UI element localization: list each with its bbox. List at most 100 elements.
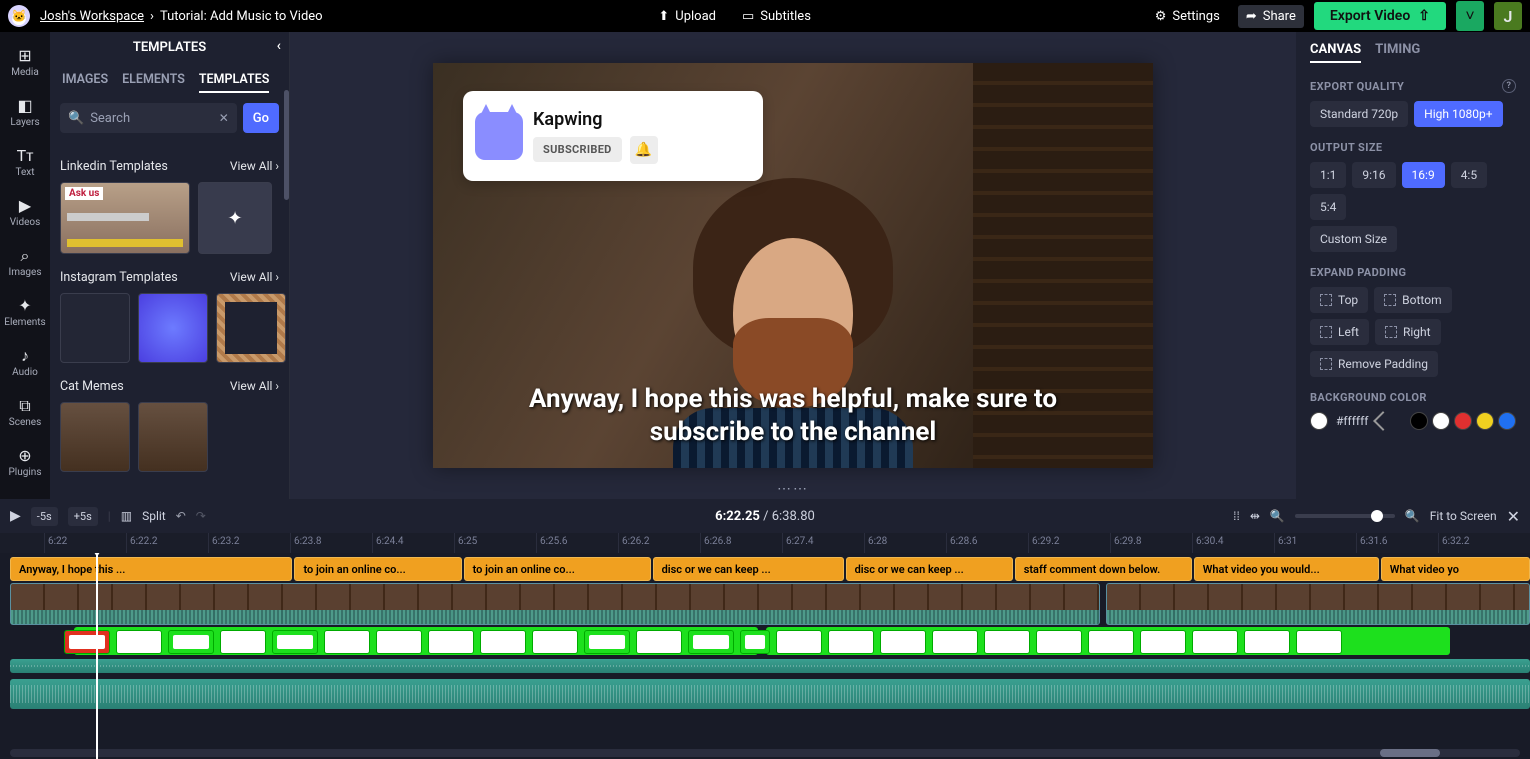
- overlay-clip[interactable]: [1088, 630, 1134, 654]
- overlay-clip[interactable]: [636, 630, 682, 654]
- size-16-9[interactable]: 16:9: [1402, 162, 1445, 188]
- timeline-tracks[interactable]: Anyway, I hope this ...to join an online…: [0, 553, 1530, 759]
- rail-scenes[interactable]: ⧉Scenes: [0, 388, 50, 436]
- panel-tab-elements[interactable]: ELEMENTS: [122, 72, 185, 93]
- rail-images[interactable]: ⌕Images: [0, 238, 50, 286]
- overlay-clip[interactable]: [116, 630, 162, 654]
- panel-tab-templates[interactable]: TEMPLATES: [199, 72, 270, 93]
- panel-scrollbar[interactable]: [284, 80, 289, 499]
- video-track[interactable]: [10, 583, 1530, 625]
- rail-elements[interactable]: ✦Elements: [0, 288, 50, 336]
- video-preview[interactable]: Kapwing SUBSCRIBED 🔔 Anyway, I hope this…: [433, 63, 1153, 468]
- clear-search-icon[interactable]: ✕: [219, 111, 229, 125]
- overlay-clip[interactable]: [64, 630, 110, 654]
- overlay-clip[interactable]: [828, 630, 874, 654]
- overlay-clip[interactable]: [376, 630, 422, 654]
- view-all-link[interactable]: View All ›: [230, 270, 279, 285]
- subtitle-clip[interactable]: What video you would...: [1194, 557, 1379, 581]
- redo-button[interactable]: ↷: [196, 509, 206, 523]
- props-tab-timing[interactable]: TIMING: [1375, 42, 1420, 63]
- padding-left-button[interactable]: Left: [1310, 319, 1369, 345]
- user-avatar[interactable]: J: [1494, 2, 1522, 30]
- overlay-clip[interactable]: [220, 630, 266, 654]
- zoom-slider[interactable]: [1295, 514, 1395, 518]
- preset-color[interactable]: [1410, 412, 1428, 430]
- subtitle-clip[interactable]: disc or we can keep ...: [846, 557, 1013, 581]
- subtitle-clip[interactable]: to join an online co...: [294, 557, 461, 581]
- forward-5s-button[interactable]: +5s: [68, 507, 98, 526]
- quality-standard-button[interactable]: Standard 720p: [1310, 101, 1408, 127]
- padding-bottom-button[interactable]: Bottom: [1374, 287, 1451, 313]
- overlay-clip[interactable]: [880, 630, 926, 654]
- magnet-icon[interactable]: ⁞⁞: [1233, 509, 1240, 523]
- template-thumb[interactable]: [138, 293, 208, 363]
- preset-color[interactable]: [1476, 412, 1494, 430]
- playhead[interactable]: [96, 553, 98, 759]
- subtitle-clip[interactable]: Anyway, I hope this ...: [10, 557, 292, 581]
- overlay-clip[interactable]: [168, 630, 214, 654]
- bg-hex[interactable]: #ffffff: [1336, 414, 1368, 428]
- rail-media[interactable]: ⊞Media: [0, 38, 50, 86]
- size-4-5[interactable]: 4:5: [1451, 162, 1487, 188]
- undo-button[interactable]: ↶: [176, 509, 186, 523]
- play-button[interactable]: ▶: [10, 508, 21, 524]
- export-dropdown[interactable]: ˅: [1456, 1, 1484, 31]
- upload-button[interactable]: ⬆ Upload: [650, 5, 724, 28]
- template-thumb[interactable]: [216, 293, 286, 363]
- overlay-clip[interactable]: [1192, 630, 1238, 654]
- overlay-clip[interactable]: [984, 630, 1030, 654]
- audio-track[interactable]: [10, 679, 1530, 709]
- view-all-link[interactable]: View All ›: [230, 379, 279, 394]
- video-clip[interactable]: [10, 583, 1100, 625]
- subtitle-track[interactable]: Anyway, I hope this ...to join an online…: [10, 557, 1530, 581]
- preset-color[interactable]: [1454, 412, 1472, 430]
- overlay-clip[interactable]: [532, 630, 578, 654]
- search-go-button[interactable]: Go: [243, 103, 279, 133]
- overlay-clip[interactable]: [324, 630, 370, 654]
- padding-top-button[interactable]: Top: [1310, 287, 1368, 313]
- preset-color[interactable]: [1498, 412, 1516, 430]
- view-all-link[interactable]: View All ›: [230, 159, 279, 174]
- bg-swatch[interactable]: [1310, 412, 1328, 430]
- rewind-5s-button[interactable]: -5s: [31, 507, 58, 526]
- subtitle-clip[interactable]: staff comment down below.: [1015, 557, 1192, 581]
- remove-padding-button[interactable]: Remove Padding: [1310, 351, 1438, 377]
- template-thumb[interactable]: [60, 293, 130, 363]
- timeline-ruler[interactable]: 6:226:22.26:23.26:23.86:24.46:256:25.66:…: [0, 533, 1530, 553]
- overlay-clip[interactable]: [932, 630, 978, 654]
- zoom-in-icon[interactable]: 🔍: [1405, 509, 1420, 523]
- rail-layers[interactable]: ◧Layers: [0, 88, 50, 136]
- subtitle-clip[interactable]: What video yo: [1381, 557, 1530, 581]
- collapse-panel-button[interactable]: ‹: [277, 38, 281, 54]
- overlay-clip[interactable]: [1140, 630, 1186, 654]
- overlay-track[interactable]: [10, 627, 1530, 657]
- overlay-clip[interactable]: [776, 630, 822, 654]
- overlay-clip[interactable]: [1296, 630, 1342, 654]
- template-thumb[interactable]: [60, 402, 130, 472]
- settings-button[interactable]: ⚙ Settings: [1147, 5, 1228, 28]
- size-5-4[interactable]: 5:4: [1310, 194, 1346, 220]
- rail-videos[interactable]: ▶Videos: [0, 188, 50, 236]
- subtitles-button[interactable]: ▭ Subtitles: [734, 5, 819, 28]
- custom-size-button[interactable]: Custom Size: [1310, 226, 1397, 252]
- size-1-1[interactable]: 1:1: [1310, 162, 1346, 188]
- subscribe-card-overlay[interactable]: Kapwing SUBSCRIBED 🔔: [463, 91, 763, 181]
- rail-text[interactable]: TᴛText: [0, 138, 50, 186]
- template-thumb[interactable]: Ask us: [60, 182, 190, 254]
- overlay-clip[interactable]: [428, 630, 474, 654]
- help-icon[interactable]: ?: [1502, 79, 1516, 93]
- props-tab-canvas[interactable]: CANVAS: [1310, 42, 1361, 63]
- template-thumb[interactable]: ✦: [198, 182, 272, 254]
- overlay-clip[interactable]: [272, 630, 318, 654]
- rail-audio[interactable]: ♪Audio: [0, 338, 50, 386]
- quality-high-button[interactable]: High 1080p+: [1414, 101, 1502, 127]
- overlay-clip[interactable]: [1036, 630, 1082, 654]
- project-title[interactable]: Tutorial: Add Music to Video: [160, 9, 323, 24]
- video-clip[interactable]: [1106, 583, 1530, 625]
- eyedropper-icon[interactable]: [1374, 411, 1394, 431]
- split-button[interactable]: Split: [142, 509, 166, 523]
- subtitle-clip[interactable]: to join an online co...: [464, 557, 651, 581]
- overlay-clip[interactable]: [1244, 630, 1290, 654]
- rail-plugins[interactable]: ⊕Plugins: [0, 438, 50, 486]
- audio-clip[interactable]: [10, 679, 1530, 709]
